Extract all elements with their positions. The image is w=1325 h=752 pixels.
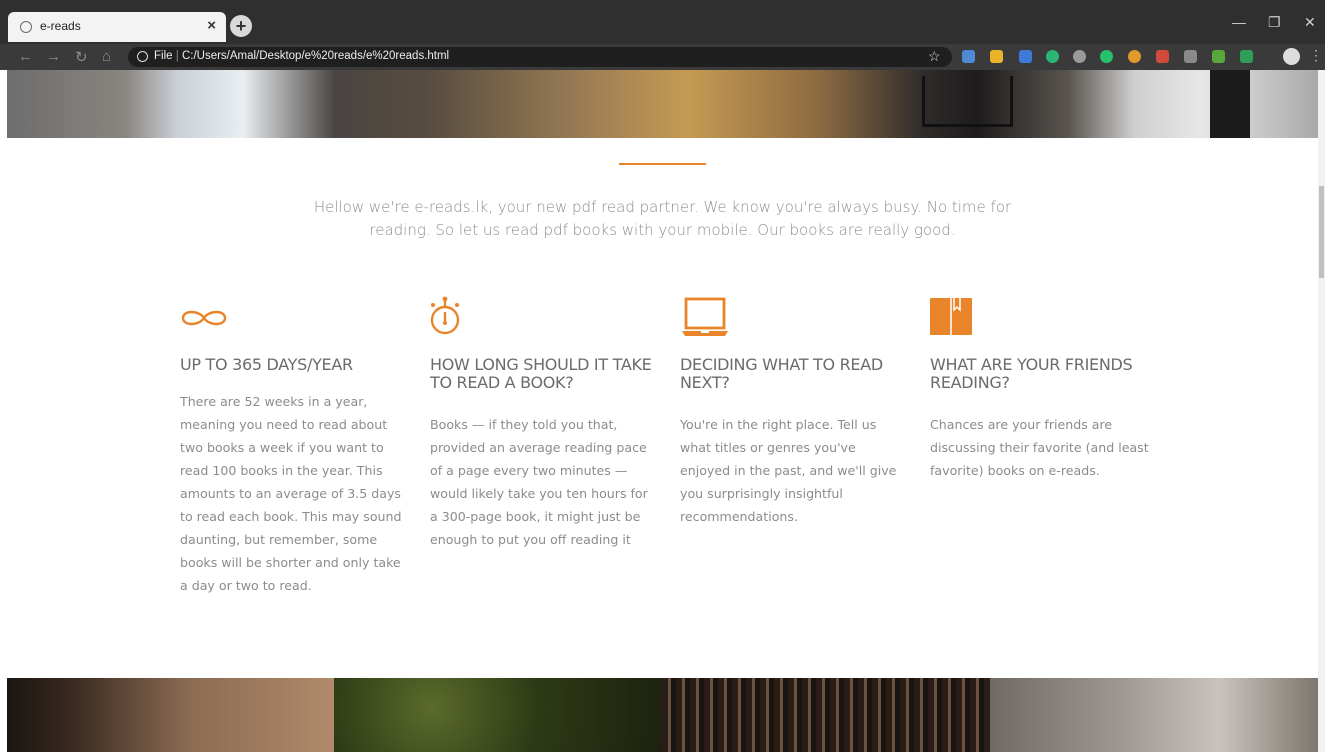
feature-title: WHAT ARE YOUR FRIENDS READING?	[930, 355, 1133, 392]
laptop-icon	[682, 297, 728, 336]
minimize-button[interactable]: —	[1232, 14, 1246, 30]
extension-icon[interactable]	[1019, 50, 1032, 63]
scrollbar-thumb[interactable]	[1319, 186, 1324, 278]
menu-dots-icon[interactable]: ⋮	[1309, 47, 1323, 64]
book-bookmark-icon	[930, 298, 972, 335]
profile-avatar-icon[interactable]	[1283, 48, 1300, 65]
hero-image	[7, 70, 1318, 138]
close-window-button[interactable]: ✕	[1304, 14, 1316, 31]
leaves-book-image	[334, 678, 662, 752]
back-arrow-icon[interactable]: ←	[18, 48, 33, 65]
feature-title: HOW LONG SHOULD IT TAKE TO READ A BOOK?	[430, 355, 652, 392]
tab-close-button[interactable]: ×	[207, 17, 216, 34]
feature-text: Chances are your friends are discussing …	[930, 417, 1149, 478]
extension-icon[interactable]	[1128, 50, 1141, 63]
extension-icon[interactable]	[1046, 50, 1059, 63]
feature-text: There are 52 weeks in a year, meaning yo…	[180, 394, 402, 593]
forward-arrow-icon[interactable]: →	[46, 48, 61, 65]
browser-tab[interactable]: e-reads ×	[8, 12, 226, 42]
browser-toolbar: ← → ↻ ⌂ File | C:/Users/Amal/Desktop/e%2…	[0, 44, 1325, 70]
book-market-image	[990, 678, 1318, 752]
tab-title: e-reads	[40, 19, 81, 33]
feature-title: DECIDING WHAT TO READ NEXT?	[680, 355, 883, 392]
address-bar[interactable]: File | C:/Users/Amal/Desktop/e%20reads/e…	[128, 47, 952, 67]
info-icon[interactable]	[137, 51, 148, 62]
maximize-button[interactable]: ❐	[1268, 14, 1281, 31]
extension-icon[interactable]	[1073, 50, 1086, 63]
globe-icon	[20, 21, 32, 33]
infinity-icon	[181, 310, 227, 326]
new-tab-button[interactable]: +	[230, 15, 252, 37]
extension-icon[interactable]	[1100, 50, 1113, 63]
extension-icon[interactable]	[1212, 50, 1225, 63]
hero-image-shelf	[922, 76, 1013, 127]
extension-icon[interactable]	[1156, 50, 1169, 63]
extension-icon[interactable]	[962, 50, 975, 63]
reload-icon[interactable]: ↻	[75, 48, 88, 66]
reading-silhouette-image	[7, 678, 334, 752]
intro-text: Hellow we're e-reads.lk, your new pdf re…	[313, 198, 1012, 239]
home-icon[interactable]: ⌂	[102, 48, 111, 65]
bookmark-star-icon[interactable]: ☆	[928, 48, 941, 65]
bookshelf-image	[662, 678, 990, 752]
hero-image-dark-panel	[1210, 70, 1250, 138]
feature-title: UP TO 365 DAYS/YEAR	[180, 355, 353, 374]
stopwatch-icon	[430, 296, 460, 335]
browser-tab-strip: e-reads × + — ❐ ✕	[0, 0, 1325, 44]
url-text[interactable]: File | C:/Users/Amal/Desktop/e%20reads/e…	[154, 50, 449, 62]
extension-icon[interactable]	[990, 50, 1003, 63]
feature-text: You're in the right place. Tell us what …	[680, 417, 897, 524]
section-divider	[619, 163, 706, 165]
extension-icon[interactable]	[1184, 50, 1197, 63]
page-scrollbar[interactable]	[1318, 70, 1325, 752]
extension-icon[interactable]	[1240, 50, 1253, 63]
feature-text: Books — if they told you that, provided …	[430, 417, 648, 547]
